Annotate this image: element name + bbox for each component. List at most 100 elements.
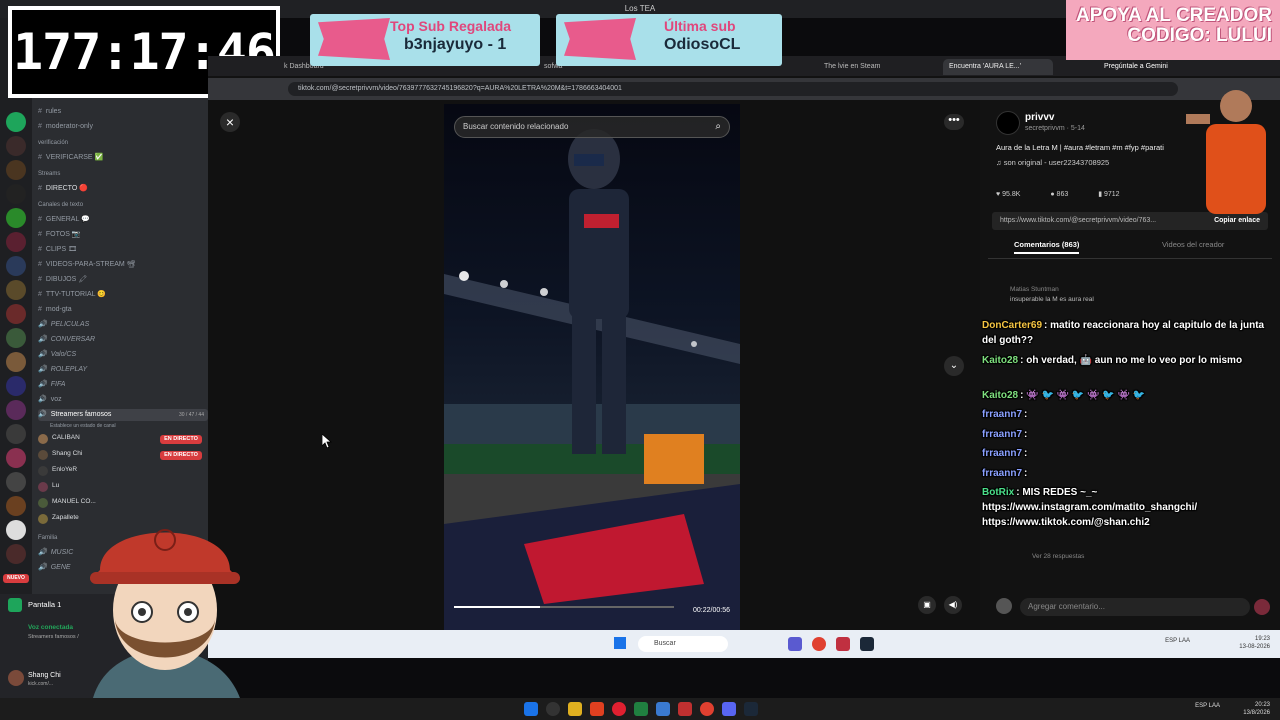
video-progress-bar[interactable] <box>454 606 674 608</box>
channel-ttv[interactable]: # TTV-TUTORIAL 😊 <box>38 289 106 301</box>
voice-user[interactable]: EnloYeR <box>52 466 77 473</box>
app-icon[interactable] <box>656 702 670 716</box>
avatar[interactable] <box>996 111 1020 135</box>
like-count[interactable]: ♥ 95.8K <box>996 191 1034 198</box>
tab-creator-videos[interactable]: Videos del creador <box>1162 240 1224 254</box>
channel-verificarse[interactable]: # VERIFICARSE ✅ <box>38 152 103 164</box>
avatar[interactable] <box>8 670 24 686</box>
language-indicator[interactable]: ESP LAA <box>1195 702 1220 710</box>
chrome-icon[interactable] <box>700 702 714 716</box>
brave-icon[interactable] <box>590 702 604 716</box>
tab-tiktok-active[interactable]: Encuentra 'AURA LE...' <box>943 59 1053 75</box>
pip-icon[interactable]: ▣ <box>918 596 936 614</box>
server-icon[interactable] <box>6 112 26 132</box>
send-icon[interactable] <box>1254 599 1270 615</box>
volume-icon[interactable]: ◀) <box>944 596 962 614</box>
inner-taskbar: Buscar ESP LAA 19:23 13-08-2026 <box>208 630 1280 658</box>
category-text[interactable]: Canales de texto <box>38 202 83 208</box>
server-icon[interactable] <box>6 256 26 276</box>
voice-user[interactable]: CALIBAN <box>52 434 80 441</box>
author-name[interactable]: privvv <box>1025 112 1054 123</box>
server-icon[interactable] <box>6 520 26 540</box>
search-icon[interactable] <box>546 702 560 716</box>
channel-fotos[interactable]: # FOTOS 📷 <box>38 229 81 241</box>
channel-dibujos[interactable]: # DIBUJOS 🖍 <box>38 274 87 286</box>
voice-roleplay[interactable]: 🔊 ROLEPLAY <box>38 364 87 376</box>
close-icon[interactable]: × <box>220 112 240 132</box>
save-count[interactable]: ▮ 9712 <box>1098 191 1133 198</box>
app-icon[interactable] <box>788 637 802 651</box>
channel-videos[interactable]: # VIDEOS-PARA-STREAM 📽 <box>38 259 136 271</box>
search-icon[interactable]: ⌕ <box>715 117 721 137</box>
related-search-input[interactable]: Buscar contenido relacionado ⌕ <box>454 116 730 138</box>
server-icon[interactable] <box>6 424 26 444</box>
server-icon[interactable] <box>6 280 26 300</box>
server-icon[interactable] <box>6 184 26 204</box>
app-icon[interactable] <box>612 702 626 716</box>
video-player[interactable]: Buscar contenido relacionado ⌕ 00:22/00:… <box>444 104 740 630</box>
channel-moderator-only[interactable]: # moderator-only <box>38 121 93 133</box>
creator-code-banner: APOYA AL CREADOR CODIGO: LULUI <box>1066 0 1280 60</box>
server-icon[interactable] <box>6 160 26 180</box>
server-icon[interactable] <box>6 400 26 420</box>
video-frame-image <box>444 129 740 630</box>
comment-count[interactable]: ● 863 <box>1050 191 1082 198</box>
voice-peliculas[interactable]: 🔊 PELICULAS <box>38 319 89 331</box>
taskbar-search[interactable]: Buscar <box>638 636 728 652</box>
gemini-button[interactable]: Pregúntale a Gemini <box>1098 59 1198 75</box>
server-icon[interactable] <box>6 376 26 396</box>
copy-link-button[interactable]: Copiar enlace <box>1214 212 1260 230</box>
server-icon[interactable] <box>6 496 26 516</box>
channel-clips[interactable]: # CLIPS 🎞 <box>38 244 77 256</box>
app-icon[interactable] <box>678 702 692 716</box>
voice-gene[interactable]: 🔊 GENE <box>38 562 71 574</box>
category-verificacion[interactable]: verificación <box>38 140 68 146</box>
avatar <box>996 598 1012 614</box>
server-icon[interactable] <box>6 136 26 156</box>
address-bar[interactable]: tiktok.com/@secretprivvm/video/763977763… <box>288 82 1178 96</box>
channel-mod-gta[interactable]: # mod-gta <box>38 304 72 316</box>
server-icon[interactable] <box>6 232 26 252</box>
voice-user[interactable]: Shang Chi <box>52 450 82 457</box>
steam-icon[interactable] <box>744 702 758 716</box>
server-icon[interactable] <box>6 352 26 372</box>
app-icon[interactable] <box>836 637 850 651</box>
inner-lang[interactable]: ESP LAA <box>1165 637 1190 645</box>
chevron-down-icon[interactable]: ⌄ <box>944 356 964 376</box>
clock[interactable]: 20:23 13/8/2026 <box>1243 701 1270 717</box>
comment-author[interactable]: Matias Stuntman <box>1010 286 1059 293</box>
windows-start-icon[interactable] <box>524 702 538 716</box>
post-sound[interactable]: ♫ son original - user22343708925 <box>996 158 1109 167</box>
windows-start-icon[interactable] <box>614 637 626 649</box>
channel-directo[interactable]: # DIRECTO 🔴 <box>38 183 88 195</box>
screen-share-icon[interactable] <box>8 598 22 612</box>
chrome-icon[interactable] <box>812 637 826 651</box>
server-icon[interactable] <box>6 544 26 564</box>
server-icon[interactable] <box>6 304 26 324</box>
comment-input[interactable]: Agregar comentario... <box>1020 598 1250 616</box>
voice-music[interactable]: 🔊 MUSIC <box>38 547 73 559</box>
folder-icon[interactable] <box>568 702 582 716</box>
inner-clock[interactable]: 19:23 13-08-2026 <box>1239 635 1270 651</box>
category-familia[interactable]: Familia <box>38 535 57 541</box>
more-options-icon[interactable]: ••• <box>944 114 964 130</box>
discord-icon[interactable] <box>722 702 736 716</box>
voice-conversar[interactable]: 🔊 CONVERSAR <box>38 334 95 346</box>
app-icon[interactable] <box>634 702 648 716</box>
tab-comments[interactable]: Comentarios (863) <box>1014 240 1080 254</box>
tab-steam[interactable]: The lvie en Steam <box>818 59 938 75</box>
channel-rules[interactable]: # rules <box>38 106 61 118</box>
server-icon[interactable] <box>6 448 26 468</box>
channel-status[interactable]: Establece un estado de canal <box>50 420 116 432</box>
server-icon[interactable] <box>6 472 26 492</box>
channel-general[interactable]: # GENERAL 💬 <box>38 214 90 226</box>
server-icon[interactable] <box>6 208 26 228</box>
voice-valo[interactable]: 🔊 Valo/CS <box>38 349 76 361</box>
voice-fifa[interactable]: 🔊 FIFA <box>38 379 65 391</box>
voice-user[interactable]: Lu <box>52 482 59 489</box>
voice-voz[interactable]: 🔊 voz <box>38 394 62 406</box>
view-replies[interactable]: Ver 28 respuestas <box>1032 553 1084 560</box>
server-icon[interactable] <box>6 328 26 348</box>
category-streams[interactable]: Streams <box>38 171 60 177</box>
steam-icon[interactable] <box>860 637 874 651</box>
